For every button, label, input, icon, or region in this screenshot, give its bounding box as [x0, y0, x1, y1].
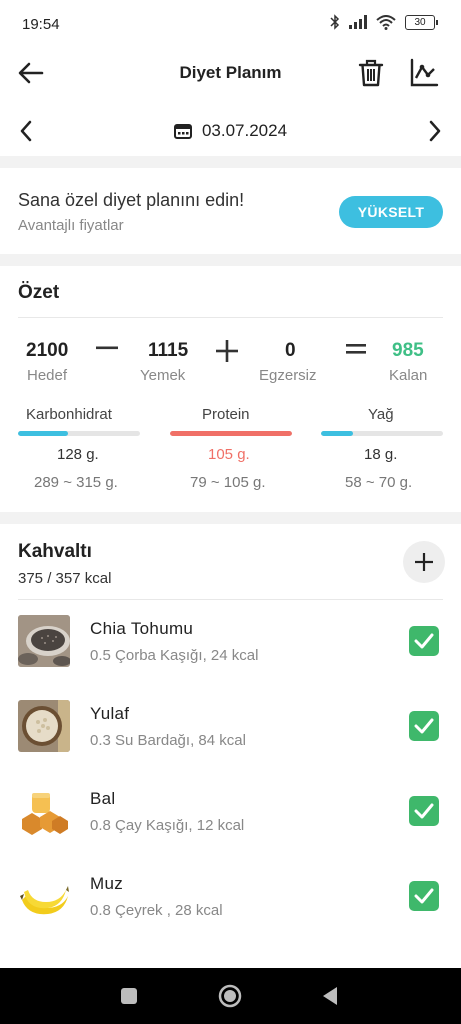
fat-progress-bar [321, 431, 443, 436]
food-item[interactable]: Bal 0.8 Çay Kaşığı, 12 kcal [0, 779, 461, 863]
fat-range: 58 ~ 70 g. [345, 474, 413, 491]
summary-card: Özet 2100 Hedef 1115 Yemek 0 Egzersiz 98… [0, 266, 461, 512]
carb-range: 289 ~ 315 g. [34, 474, 118, 491]
system-navigation-bar [0, 968, 461, 1024]
delete-button[interactable] [357, 58, 385, 88]
food-checkbox[interactable] [409, 881, 439, 911]
promo-subtitle: Avantajlı fiyatlar [18, 217, 124, 234]
protein-progress-fill [170, 431, 292, 436]
upgrade-button[interactable]: YÜKSELT [339, 196, 443, 228]
carb-progress-fill [18, 431, 69, 436]
section-separator [0, 156, 461, 168]
page-title: Diyet Planım [179, 63, 282, 82]
goal-label: Hedef [27, 367, 68, 384]
fat-value: 18 g. [364, 446, 398, 463]
food-label: Yemek [140, 367, 186, 384]
battery-icon: 30 [405, 14, 438, 30]
food-item[interactable]: Chia Tohumu 0.5 Çorba Kaşığı, 24 kcal [0, 609, 461, 693]
signal-icon [349, 15, 367, 29]
fat-progress-fill [321, 431, 353, 436]
status-time: 19:54 [22, 16, 60, 33]
check-icon [414, 803, 434, 819]
trash-icon [358, 59, 384, 87]
recent-apps-button[interactable] [121, 988, 137, 1004]
food-detail: 0.3 Su Bardağı, 84 kcal [90, 732, 246, 749]
divider [18, 599, 443, 600]
fat-label: Yağ [368, 406, 394, 423]
chia-seeds-image [18, 615, 70, 667]
food-checkbox[interactable] [409, 711, 439, 741]
meal-title: Kahvaltı [18, 541, 92, 562]
home-button[interactable] [218, 984, 242, 1008]
next-day-button[interactable] [421, 118, 447, 144]
food-checkbox[interactable] [409, 796, 439, 826]
chevron-right-icon [429, 120, 441, 142]
honey-image [18, 785, 70, 837]
plus-icon [415, 553, 433, 571]
food-detail: 0.8 Çay Kaşığı, 12 kcal [90, 817, 245, 834]
summary-title: Özet [18, 282, 60, 303]
protein-progress-bar [170, 431, 292, 436]
carb-label: Karbonhidrat [26, 406, 112, 423]
calendar-icon [173, 124, 192, 139]
promo-title: Sana özel diyet planını edin! [18, 190, 245, 210]
statistics-button[interactable] [409, 58, 439, 88]
meal-calories: 375 / 357 kcal [18, 570, 112, 587]
divider [18, 317, 443, 318]
check-icon [414, 718, 434, 734]
section-separator [0, 512, 461, 524]
check-icon [414, 633, 434, 649]
oats-image [18, 700, 70, 752]
food-item[interactable]: Muz 0.8 Çeyrek , 28 kcal [0, 864, 461, 948]
section-separator [0, 254, 461, 266]
food-value: 1115 [148, 340, 189, 361]
remaining-label: Kalan [389, 367, 428, 384]
food-item[interactable]: Yulaf 0.3 Su Bardağı, 84 kcal [0, 694, 461, 778]
food-name: Bal [90, 789, 116, 808]
check-icon [414, 888, 434, 904]
system-back-button[interactable] [321, 986, 339, 1006]
food-name: Muz [90, 874, 124, 893]
wifi-icon [376, 14, 396, 30]
food-detail: 0.8 Çeyrek , 28 kcal [90, 902, 223, 919]
status-bar: 19:54 30 [0, 0, 461, 48]
banana-image [18, 870, 70, 922]
goal-value: 2100 [26, 340, 69, 361]
carb-value: 128 g. [57, 446, 99, 463]
plus-icon [216, 340, 238, 362]
protein-label: Protein [202, 406, 250, 423]
food-name: Chia Tohumu [90, 619, 194, 638]
date-picker[interactable]: 03.07.2024 [0, 121, 461, 141]
exercise-label: Egzersiz [259, 367, 317, 384]
food-checkbox[interactable] [409, 626, 439, 656]
minus-icon [96, 346, 118, 350]
status-icons: 30 [330, 14, 438, 30]
current-date: 03.07.2024 [201, 121, 288, 140]
equals-icon [346, 344, 366, 354]
battery-level: 30 [414, 16, 426, 28]
bluetooth-icon [330, 14, 340, 30]
line-chart-icon [410, 58, 439, 87]
carb-progress-bar [18, 431, 140, 436]
protein-range: 79 ~ 105 g. [190, 474, 266, 491]
app-bar: Diyet Planım [0, 48, 461, 98]
upgrade-promo: Sana özel diyet planını edin! Avantajlı … [0, 168, 461, 254]
remaining-value: 985 [392, 340, 424, 361]
exercise-value: 0 [285, 340, 296, 361]
food-name: Yulaf [90, 704, 130, 723]
food-detail: 0.5 Çorba Kaşığı, 24 kcal [90, 647, 259, 664]
protein-value: 105 g. [208, 446, 250, 463]
date-navigator: 03.07.2024 [0, 110, 461, 154]
add-food-button[interactable] [403, 541, 445, 583]
meal-section-breakfast: Kahvaltı 375 / 357 kcal Chia Tohumu 0.5 … [0, 524, 461, 964]
